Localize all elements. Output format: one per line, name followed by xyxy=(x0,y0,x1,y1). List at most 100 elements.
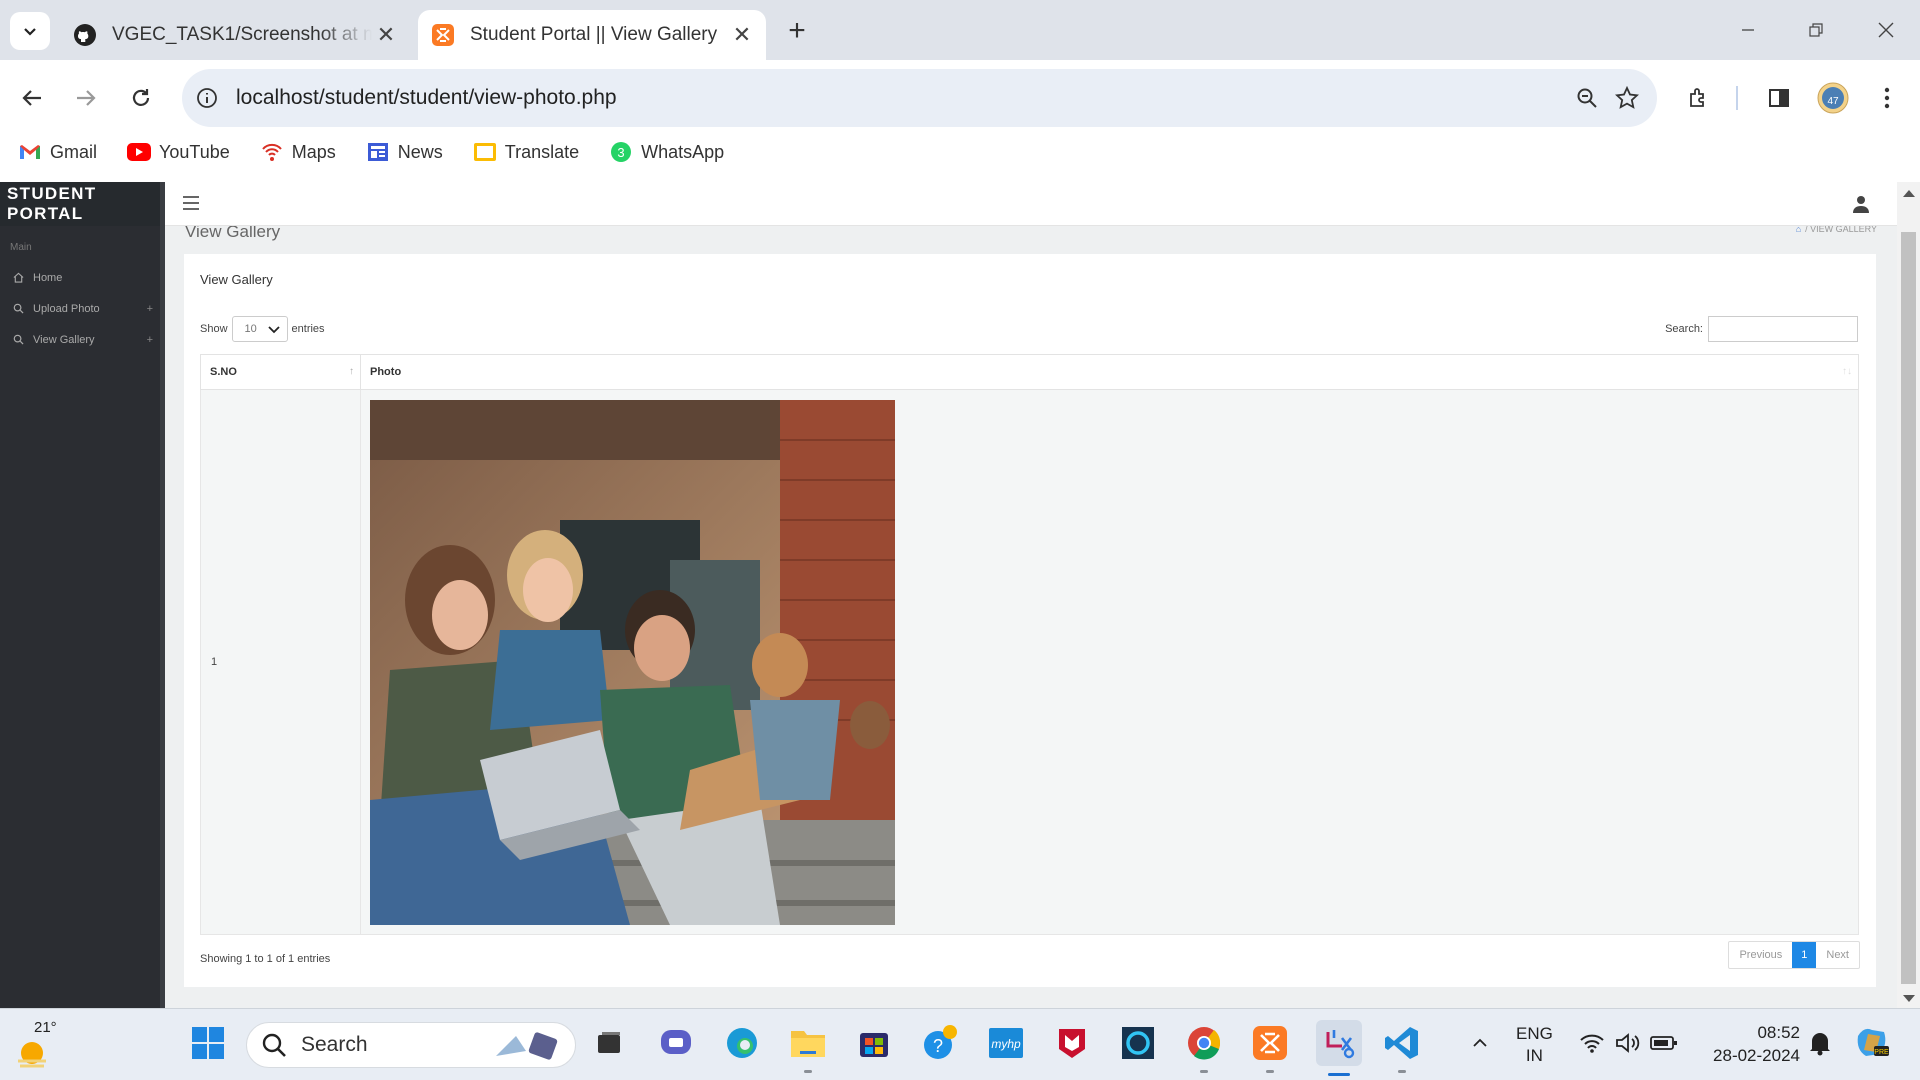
taskbar-xampp[interactable] xyxy=(1250,1023,1290,1073)
info-icon[interactable] xyxy=(194,85,220,111)
copilot-button[interactable]: PRE xyxy=(1852,1023,1892,1063)
bookmark-whatsapp[interactable]: 3 WhatsApp xyxy=(609,140,724,164)
previous-button[interactable]: Previous xyxy=(1729,942,1792,968)
bookmark-star-icon[interactable] xyxy=(1607,78,1647,118)
language-indicator[interactable]: ENG IN xyxy=(1516,1023,1553,1067)
side-panel-icon xyxy=(1769,89,1789,107)
scroll-up-icon[interactable] xyxy=(1903,190,1915,197)
expand-icon[interactable]: + xyxy=(147,303,153,315)
sidebar-scrollbar[interactable] xyxy=(160,182,165,1008)
sidebar-item-view-gallery[interactable]: View Gallery + xyxy=(0,324,165,355)
taskbar-file-explorer[interactable] xyxy=(788,1023,828,1073)
reload-button[interactable] xyxy=(121,78,161,118)
github-icon xyxy=(72,22,98,48)
column-header-sno[interactable]: S.NO ↑ xyxy=(200,354,361,390)
task-view-button[interactable] xyxy=(589,1023,629,1063)
edge-icon xyxy=(727,1028,757,1058)
scroll-down-icon[interactable] xyxy=(1903,995,1915,1002)
system-clock[interactable]: 08:52 28-02-2024 xyxy=(1713,1021,1800,1067)
forward-button[interactable] xyxy=(66,78,106,118)
tab-student-portal[interactable]: Student Portal || View Gallery ✕ xyxy=(418,10,766,60)
taskbar-snipping-tool[interactable] xyxy=(1316,1020,1362,1076)
close-icon[interactable]: ✕ xyxy=(728,21,756,49)
taskbar-alexa[interactable] xyxy=(1118,1023,1158,1063)
bookmark-label: Gmail xyxy=(50,141,98,162)
page-1-button[interactable]: 1 xyxy=(1792,942,1817,968)
show-hidden-icons-button[interactable] xyxy=(1460,1023,1500,1063)
bookmark-youtube[interactable]: YouTube xyxy=(127,140,230,164)
page-length-value: 10 xyxy=(244,323,257,335)
close-icon[interactable]: ✕ xyxy=(372,21,400,49)
taskbar-myhp[interactable]: myhp xyxy=(986,1023,1026,1063)
column-header-photo[interactable]: Photo ↑↓ xyxy=(360,354,1859,390)
restore-button[interactable] xyxy=(1796,12,1836,48)
news-icon xyxy=(366,140,390,164)
taskbar-teams[interactable] xyxy=(656,1023,696,1063)
bookmark-translate[interactable]: Translate xyxy=(473,140,579,164)
sidebar-item-home[interactable]: Home xyxy=(0,262,165,293)
students-photo xyxy=(370,399,895,925)
weather-widget[interactable]: 21° xyxy=(14,1019,58,1071)
column-label: Photo xyxy=(370,366,402,378)
tab-search-button[interactable] xyxy=(10,12,50,50)
tab-title: Student Portal || View Gallery xyxy=(470,24,718,45)
battery-status[interactable] xyxy=(1644,1023,1684,1063)
sidebar-section-label: Main xyxy=(10,242,32,253)
bookmark-maps[interactable]: Maps xyxy=(260,140,336,164)
search-input[interactable] xyxy=(1708,316,1858,342)
weather-sun-icon xyxy=(18,1042,46,1068)
next-button[interactable]: Next xyxy=(1816,942,1859,968)
puzzle-icon xyxy=(1690,88,1704,107)
zoom-icon[interactable] xyxy=(1567,78,1607,118)
bookmark-gmail[interactable]: Gmail xyxy=(18,140,97,164)
page-length-select[interactable]: 10 xyxy=(231,316,288,342)
sidebar-item-label: Home xyxy=(33,271,63,284)
user-icon[interactable] xyxy=(1851,194,1871,214)
restore-icon xyxy=(1809,23,1823,37)
search-icon xyxy=(12,303,24,315)
page-length-control: Show 10 entries xyxy=(200,316,325,342)
bookmark-news[interactable]: News xyxy=(366,140,443,164)
chevron-up-icon xyxy=(1473,1038,1487,1047)
taskbar-mcafee[interactable] xyxy=(1052,1023,1092,1063)
svg-text:myhp: myhp xyxy=(991,1037,1021,1051)
page-viewport: STUDENT PORTAL Main Home Upload Photo + … xyxy=(0,182,1920,1008)
wifi-status[interactable] xyxy=(1572,1023,1612,1063)
volume-status[interactable] xyxy=(1608,1023,1648,1063)
side-panel-button[interactable] xyxy=(1759,78,1799,118)
gmail-icon xyxy=(18,140,42,164)
taskbar-search[interactable]: Search xyxy=(246,1022,576,1068)
search-icon xyxy=(12,334,24,346)
chrome-menu-button[interactable] xyxy=(1867,78,1907,118)
taskbar-chrome[interactable] xyxy=(1184,1023,1224,1073)
window-close-button[interactable] xyxy=(1866,12,1906,48)
notifications-button[interactable] xyxy=(1800,1023,1840,1063)
url-text[interactable]: localhost/student/student/view-photo.php xyxy=(236,86,1567,110)
sidebar-item-label: View Gallery xyxy=(33,333,95,346)
minimize-button[interactable] xyxy=(1728,12,1768,48)
sidebar-item-upload-photo[interactable]: Upload Photo + xyxy=(0,293,165,324)
portal-sidebar: STUDENT PORTAL Main Home Upload Photo + … xyxy=(0,182,165,1008)
clock-time: 08:52 xyxy=(1757,1023,1800,1042)
entries-label: entries xyxy=(291,323,325,335)
taskbar-edge[interactable] xyxy=(722,1023,762,1063)
profile-avatar[interactable]: 47 xyxy=(1813,78,1853,118)
start-button[interactable] xyxy=(188,1023,228,1063)
card-title: View Gallery xyxy=(200,272,273,287)
clock-date: 28-02-2024 xyxy=(1713,1046,1800,1065)
back-button[interactable] xyxy=(12,78,52,118)
tab-github[interactable]: VGEC_TASK1/Screenshot at mai ✕ xyxy=(60,10,410,60)
menu-toggle-icon[interactable] xyxy=(183,196,199,210)
bookmark-label: YouTube xyxy=(159,141,230,162)
column-label: S.NO xyxy=(210,366,237,378)
taskbar-help[interactable]: ? xyxy=(920,1023,960,1063)
expand-icon[interactable]: + xyxy=(147,334,153,346)
extensions-button[interactable] xyxy=(1679,78,1719,118)
taskbar-store[interactable] xyxy=(854,1023,894,1063)
new-tab-button[interactable]: + xyxy=(780,14,814,48)
scrollbar-thumb[interactable] xyxy=(1901,232,1916,984)
address-bar[interactable]: localhost/student/student/view-photo.php xyxy=(182,69,1657,127)
portal-brand[interactable]: STUDENT PORTAL xyxy=(0,182,165,226)
page-scrollbar[interactable] xyxy=(1897,182,1920,1008)
taskbar-vscode[interactable] xyxy=(1382,1023,1422,1073)
